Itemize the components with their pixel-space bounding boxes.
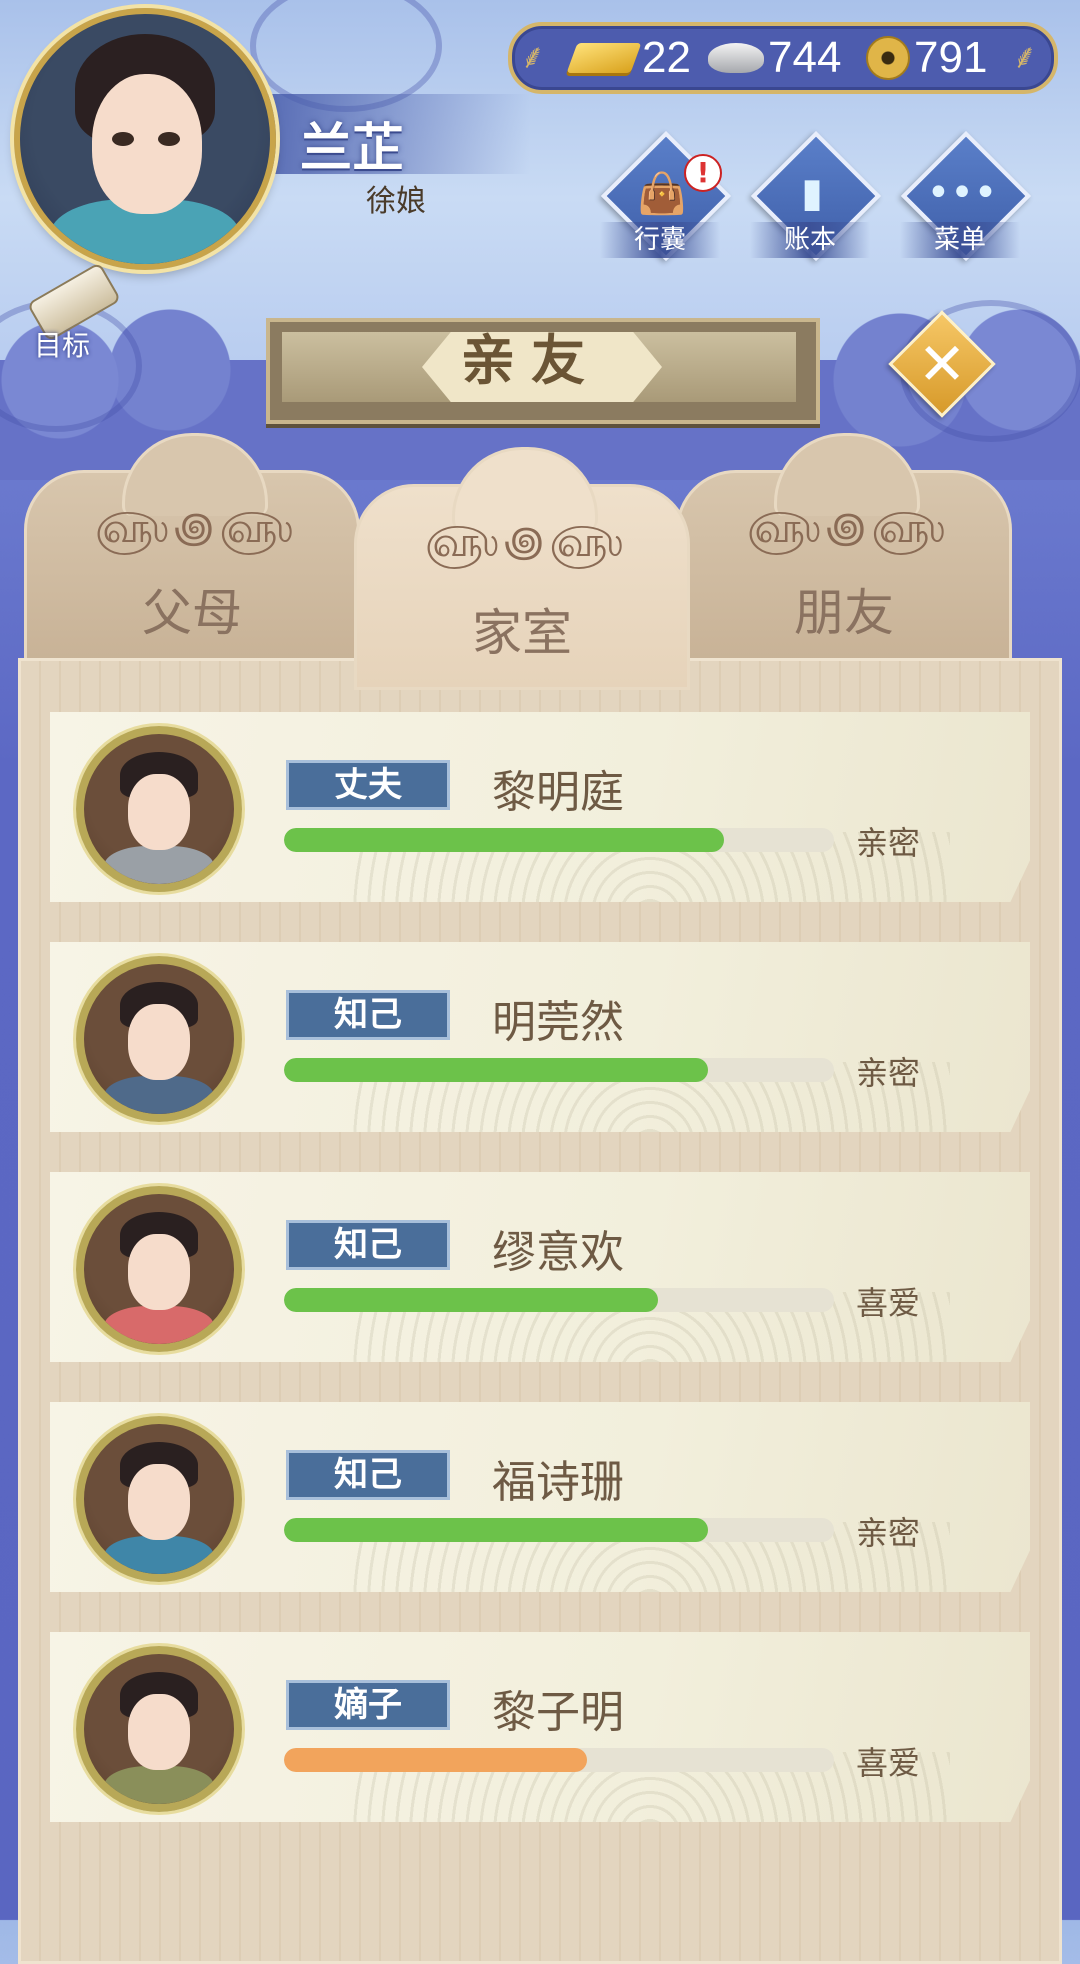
bag-button[interactable]: 👜 ! 行囊 xyxy=(600,130,732,262)
currency-bar: ⸙ 22 744 791 ⸙ xyxy=(508,22,1058,94)
menu-label: 菜单 xyxy=(900,222,1020,258)
tab-parents[interactable]: ௵ ꩜ ௵ 父母 xyxy=(24,433,360,676)
silver-ingot-icon xyxy=(708,43,764,73)
avatar-face xyxy=(128,1464,190,1540)
tab-label: 朋友 xyxy=(794,584,894,642)
copper-coin-icon xyxy=(866,36,910,80)
role-tag: 知己 xyxy=(286,1220,450,1270)
gold-counter: 22 xyxy=(566,30,691,86)
affection-bar xyxy=(284,1748,834,1772)
coin-amount: 791 xyxy=(914,33,988,82)
gold-amount: 22 xyxy=(642,33,691,82)
role-tag: 知己 xyxy=(286,1450,450,1500)
relative-avatar[interactable] xyxy=(76,956,242,1122)
avatar-face xyxy=(128,1234,190,1310)
relative-name: 福诗珊 xyxy=(492,1457,624,1508)
swirl-ornament-icon: ௵ ꩜ ௵ xyxy=(746,503,945,552)
relation-status: 亲密 xyxy=(856,1054,921,1092)
gold-ingot-icon xyxy=(566,43,642,73)
player-name: 兰芷 xyxy=(300,119,405,179)
affection-bar-fill xyxy=(284,1058,708,1082)
role-tag: 知己 xyxy=(286,990,450,1040)
relative-card[interactable]: 知己 明莞然 亲密 xyxy=(50,942,1030,1132)
relative-avatar[interactable] xyxy=(76,1416,242,1582)
avatar-face xyxy=(128,1694,190,1770)
menu-button[interactable]: ••• 菜单 xyxy=(900,130,1032,262)
more-icon: ••• xyxy=(926,170,998,216)
bag-label: 行囊 xyxy=(600,222,720,258)
ledger-icon: ▮ xyxy=(800,170,823,216)
role-tag: 丈夫 xyxy=(286,760,450,810)
silver-amount: 744 xyxy=(768,33,842,82)
bamboo-icon: ⸙ xyxy=(1012,37,1038,77)
bamboo-icon: ⸙ xyxy=(520,37,546,77)
relative-name: 黎明庭 xyxy=(492,767,624,818)
ledger-button[interactable]: ▮ 账本 xyxy=(750,130,882,262)
affection-bar-fill xyxy=(284,1518,708,1542)
tab-family[interactable]: ௵ ꩜ ௵ 家室 xyxy=(354,447,690,690)
tab-label: 家室 xyxy=(472,604,572,662)
avatar-body xyxy=(104,1076,214,1114)
relative-name: 缪意欢 xyxy=(492,1227,624,1278)
tab-friends[interactable]: ௵ ꩜ ௵ 朋友 xyxy=(676,433,1012,676)
avatar-body xyxy=(104,1766,214,1804)
avatar-body xyxy=(104,846,214,884)
ledger-label: 账本 xyxy=(750,222,870,258)
affection-bar-fill xyxy=(284,1748,587,1772)
relative-avatar[interactable] xyxy=(76,726,242,892)
avatar-body xyxy=(104,1306,214,1344)
affection-bar-fill xyxy=(284,828,724,852)
affection-bar xyxy=(284,1518,834,1542)
relative-card[interactable]: 知己 缪意欢 喜爱 xyxy=(50,1172,1030,1362)
player-avatar[interactable] xyxy=(14,8,276,270)
panel-title-plaque: 亲友 xyxy=(266,318,820,424)
relative-card[interactable]: 丈夫 黎明庭 亲密 xyxy=(50,712,1030,902)
avatar-face xyxy=(128,774,190,850)
relation-status: 喜爱 xyxy=(856,1744,921,1782)
coin-counter: 791 xyxy=(866,30,987,86)
avatar-face xyxy=(128,1004,190,1080)
role-tag: 嫡子 xyxy=(286,1680,450,1730)
relation-status: 亲密 xyxy=(856,1514,921,1552)
alert-icon: ! xyxy=(684,154,722,192)
panel-title: 亲友 xyxy=(461,329,601,392)
tab-label: 父母 xyxy=(142,584,242,642)
relation-status: 喜爱 xyxy=(856,1284,921,1322)
relative-name: 明莞然 xyxy=(492,997,624,1048)
affection-bar xyxy=(284,1288,834,1312)
swirl-ornament-icon: ௵ ꩜ ௵ xyxy=(94,503,293,552)
relative-card[interactable]: 嫡子 黎子明 喜爱 xyxy=(50,1632,1030,1822)
silver-counter: 744 xyxy=(708,30,841,86)
affection-bar xyxy=(284,1058,834,1082)
affection-bar xyxy=(284,828,834,852)
target-label: 目标 xyxy=(34,329,91,362)
close-icon: ✕ xyxy=(917,330,967,398)
relation-status: 亲密 xyxy=(856,824,921,862)
avatar-body xyxy=(104,1536,214,1574)
swirl-ornament-icon: ௵ ꩜ ௵ xyxy=(424,517,623,566)
affection-bar-fill xyxy=(284,1288,658,1312)
relative-name: 黎子明 xyxy=(492,1687,624,1738)
target-button[interactable]: 目标 xyxy=(14,261,122,362)
relative-card[interactable]: 知己 福诗珊 亲密 xyxy=(50,1402,1030,1592)
relative-avatar[interactable] xyxy=(76,1646,242,1812)
player-title: 徐娘 xyxy=(366,184,426,219)
relative-avatar[interactable] xyxy=(76,1186,242,1352)
